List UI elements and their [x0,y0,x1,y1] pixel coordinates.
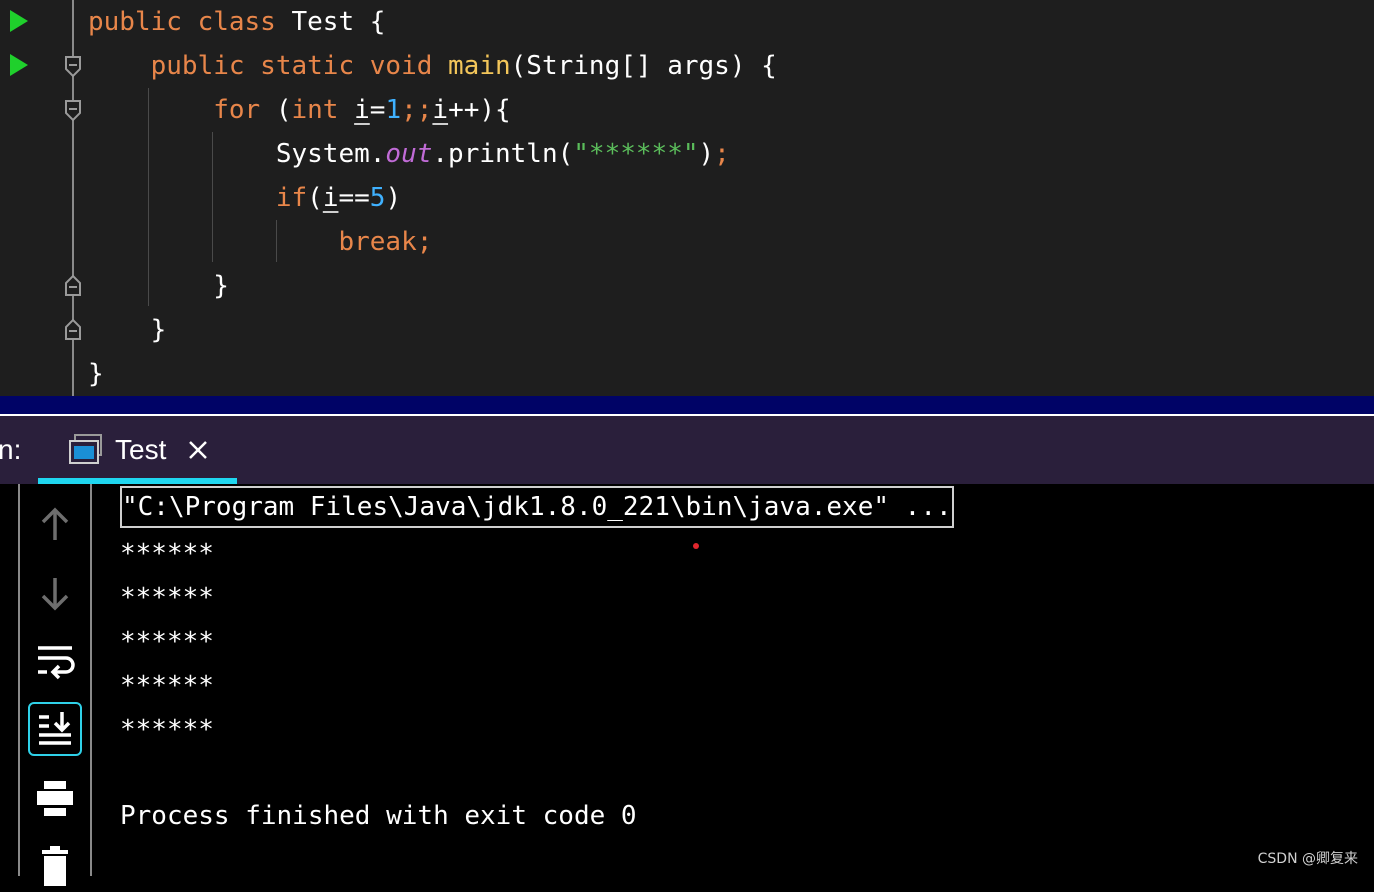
console-output-line: ****** [120,627,214,657]
editor-divider[interactable] [0,396,1374,414]
code-token: ; [714,139,730,169]
console-output[interactable]: "C:\Program Files\Java\jdk1.8.0_221\bin\… [92,484,1374,876]
code-token: public static void [88,51,449,81]
red-dot-marker [693,543,699,549]
console-output-line: ****** [120,539,214,569]
code-token: i [354,95,370,125]
code-token: ++){ [448,95,511,125]
code-token: break [88,227,417,257]
trash-icon [42,846,68,886]
console-window-icon [69,434,102,464]
fold-main-icon[interactable] [64,55,82,79]
code-token: out [385,139,433,169]
trash-button[interactable] [28,838,82,892]
code-token: 1 [385,95,402,125]
console-output-line: ****** [120,715,214,745]
code-token: } [88,359,104,389]
fold-end-main-icon[interactable] [64,317,82,341]
tab-label: Test [115,434,167,465]
code-line[interactable]: if(i==5) [88,176,401,220]
code-token: == [338,183,370,213]
code-token: ;; [401,95,433,125]
code-token: ) [385,183,402,213]
code-token: .println( [432,139,574,169]
command-line[interactable]: "C:\Program Files\Java\jdk1.8.0_221\bin\… [120,486,954,528]
code-line[interactable]: } [88,308,167,352]
code-token: i [322,183,339,213]
down-arrow-icon [41,578,69,611]
tab-test[interactable]: Test [38,416,237,486]
code-line[interactable]: } [88,264,229,308]
up-arrow-button[interactable] [28,498,82,552]
close-icon[interactable] [186,438,210,462]
code-token: Test { [291,7,386,37]
code-token: main [448,51,511,81]
soft-wrap-icon [38,646,75,680]
code-line[interactable]: break; [88,220,432,264]
run-tool-window-header: n: Test [0,414,1374,486]
code-token: ( [275,95,292,125]
code-line[interactable]: } [88,352,104,396]
code-token: i [432,95,449,125]
soft-wrap-button[interactable] [28,634,82,688]
print-button[interactable] [28,772,82,826]
run-main-icon[interactable] [8,53,30,77]
code-token: } [88,271,229,301]
code-token: if [88,183,308,213]
scroll-to-end-icon [39,712,71,745]
code-token: (String[] args) { [510,51,777,81]
code-token: public class [88,7,292,37]
left-panel-edge [0,484,20,876]
code-token: = [369,95,386,125]
fold-end-for-icon[interactable] [64,273,82,297]
fold-for-icon[interactable] [64,99,82,123]
console-toolbar [20,484,92,886]
code-token: System. [88,139,386,169]
code-token: ; [416,227,433,257]
code-token: } [88,315,167,345]
run-class-icon[interactable] [8,9,30,33]
down-arrow-button[interactable] [28,566,82,620]
scroll-to-end-button[interactable] [28,702,82,756]
code-token: 5 [369,183,386,213]
code-token: for [88,95,276,125]
up-arrow-icon [41,507,69,540]
run-window-label: n: [0,434,22,465]
print-icon [37,781,73,816]
code-token: ( [307,183,323,213]
console-output-line: ****** [120,583,214,613]
code-line[interactable]: public class Test { [88,0,385,44]
console-output-line: ****** [120,671,214,701]
code-token: int [291,95,355,125]
exit-message: Process finished with exit code 0 [120,801,637,831]
code-line[interactable]: System.out.println("******"); [88,132,730,176]
code-line[interactable]: public static void main(String[] args) { [88,44,777,88]
code-token: "******" [573,139,699,169]
code-editor[interactable]: public class Test { public static void m… [0,0,1374,396]
code-line[interactable]: for (int i=1;;i++){ [88,88,511,132]
watermark: CSDN @卿复来 [1257,851,1358,867]
code-token: ) [698,139,715,169]
